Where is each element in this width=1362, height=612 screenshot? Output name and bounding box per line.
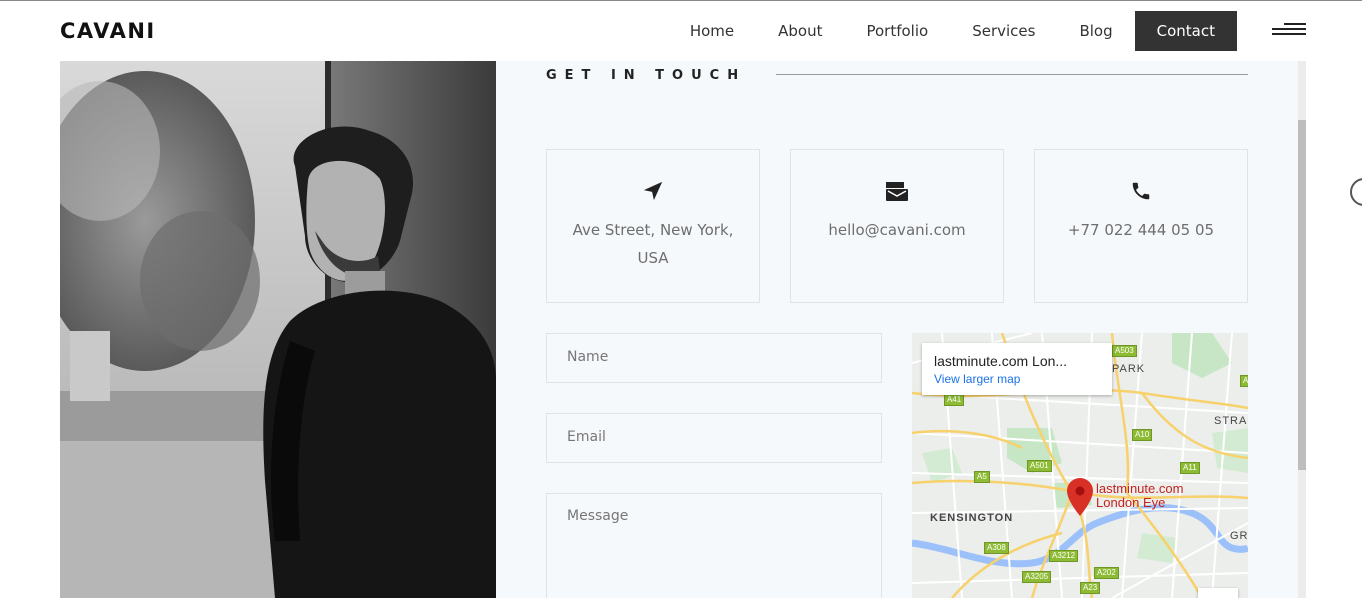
- location-arrow-icon: [547, 180, 759, 202]
- portrait-photo: [60, 61, 496, 598]
- road-badge-a308: A308: [984, 542, 1009, 554]
- phone-text: +77 022 444 05 05: [1067, 221, 1215, 239]
- map-label-park: PARK: [1112, 363, 1146, 375]
- map-label-kensington: KENSINGTON: [930, 512, 1014, 524]
- phone-card[interactable]: +77 022 444 05 05: [1034, 149, 1248, 303]
- scrollbar-thumb[interactable]: [1298, 120, 1306, 470]
- main-nav: Home About Portfolio Services Blog Conta…: [690, 11, 1237, 51]
- site-logo[interactable]: CAVANI: [60, 19, 156, 43]
- road-badge-a10: A10: [1132, 429, 1153, 441]
- email-card[interactable]: hello@cavani.com: [790, 149, 1004, 303]
- side-toggle-button[interactable]: [1350, 178, 1362, 206]
- road-badge-a11: A11: [1180, 462, 1200, 474]
- name-field[interactable]: Name: [546, 333, 882, 383]
- map-place-name: lastminute.com Lon...: [934, 353, 1068, 369]
- embedded-map[interactable]: A503 A41 A10 A501 A11 A5 A308 A3212 A320…: [912, 333, 1248, 598]
- road-badge-a501: A501: [1027, 460, 1052, 472]
- page-scrollbar[interactable]: [1298, 61, 1306, 598]
- road-badge-a202: A202: [1094, 567, 1119, 579]
- map-place-card: lastminute.com Lon... View larger map: [922, 343, 1112, 395]
- map-pin-label: lastminute.com London Eye: [1096, 482, 1183, 510]
- road-badge-a3205: A3205: [1022, 571, 1052, 583]
- view-larger-map-link[interactable]: View larger map: [934, 372, 1020, 386]
- map-zoom-button[interactable]: [1198, 588, 1238, 598]
- hamburger-menu-icon[interactable]: [1272, 23, 1306, 39]
- road-badge-a23: A23: [1080, 582, 1101, 594]
- mail-icon: [791, 180, 1003, 202]
- road-badge-a3212: A3212: [1049, 550, 1079, 562]
- pin-label-line1: lastminute.com: [1096, 481, 1184, 496]
- pin-label-line2: London Eye: [1096, 495, 1166, 510]
- map-label-stra: STRA: [1214, 415, 1248, 427]
- message-field[interactable]: Message: [546, 493, 882, 598]
- title-divider: [776, 74, 1248, 75]
- address-text: Ave Street, New York, USA: [572, 221, 734, 267]
- nav-contact[interactable]: Contact: [1134, 11, 1237, 51]
- message-placeholder: Message: [567, 508, 629, 524]
- map-pin-icon[interactable]: [1067, 478, 1093, 516]
- road-badge-a5: A5: [974, 471, 990, 483]
- name-placeholder: Name: [567, 349, 609, 365]
- email-text: hello@cavani.com: [828, 221, 966, 239]
- contact-panel: GET IN TOUCH Ave Street, New York, USA h…: [496, 61, 1298, 598]
- section-title: GET IN TOUCH: [546, 68, 747, 83]
- map-label-gr: GR: [1230, 530, 1248, 542]
- road-badge-a41: A41: [944, 394, 965, 406]
- address-card[interactable]: Ave Street, New York, USA: [546, 149, 760, 303]
- nav-portfolio[interactable]: Portfolio: [866, 22, 928, 40]
- nav-home[interactable]: Home: [690, 22, 734, 40]
- nav-blog[interactable]: Blog: [1079, 22, 1112, 40]
- road-badge-a: A: [1240, 375, 1248, 387]
- road-badge-a503: A503: [1112, 345, 1137, 357]
- nav-services[interactable]: Services: [972, 22, 1035, 40]
- email-placeholder: Email: [567, 429, 606, 445]
- email-field[interactable]: Email: [546, 413, 882, 463]
- phone-icon: [1035, 180, 1247, 202]
- site-header: CAVANI Home About Portfolio Services Blo…: [0, 0, 1362, 61]
- nav-about[interactable]: About: [778, 22, 822, 40]
